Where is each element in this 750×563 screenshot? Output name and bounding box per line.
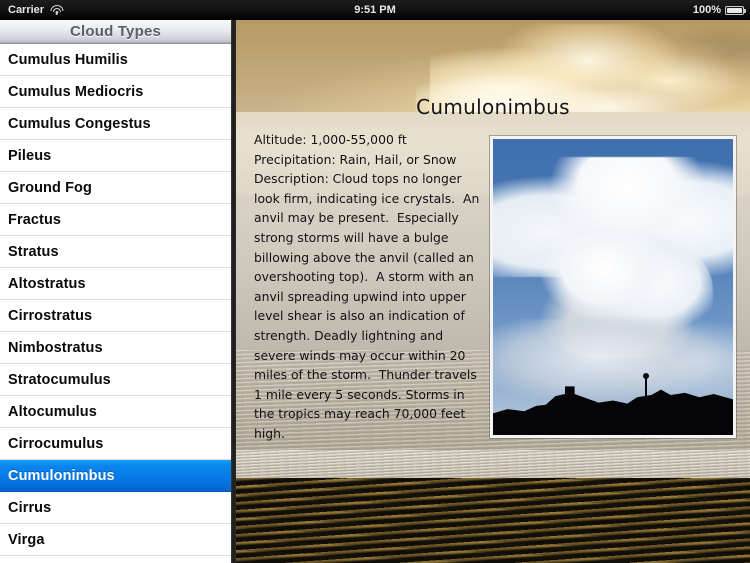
- list-item[interactable]: Altocumulus: [0, 396, 231, 428]
- detail-title: Cumulonimbus: [416, 95, 570, 119]
- list-item[interactable]: Cumulus Humilis: [0, 44, 231, 76]
- list-item-label: Pileus: [8, 147, 52, 164]
- list-item-label: Cirrostratus: [8, 307, 93, 324]
- detail-body-text: Altitude: 1,000-55,000 ft Precipitation:…: [254, 130, 486, 444]
- list-item-label: Ground Fog: [8, 179, 92, 196]
- list-item[interactable]: Ground Fog: [0, 172, 231, 204]
- list-item[interactable]: Altostratus: [0, 268, 231, 300]
- list-item[interactable]: Stratocumulus: [0, 364, 231, 396]
- battery-full-icon: [725, 5, 746, 15]
- list-item-label: Virga: [8, 531, 45, 548]
- carrier-label: Carrier: [8, 4, 45, 16]
- detail-pane: Cumulonimbus Altitude: 1,000-55,000 ft P…: [236, 20, 750, 563]
- background-water-highlight: [236, 450, 750, 478]
- altitude-line: Altitude: 1,000-55,000 ft: [254, 132, 407, 147]
- list-item-label: Fractus: [8, 211, 62, 228]
- list-item-label: Cirrus: [8, 499, 52, 516]
- list-item-label: Altostratus: [8, 275, 86, 292]
- list-item[interactable]: Cirrus: [0, 492, 231, 524]
- photo-lamp-post: [643, 373, 649, 405]
- list-item[interactable]: Fractus: [0, 204, 231, 236]
- description-line: Description: Cloud tops no longer look f…: [254, 171, 484, 441]
- list-item[interactable]: Pileus: [0, 140, 231, 172]
- wifi-icon: [50, 5, 64, 15]
- status-bar-left: Carrier: [0, 4, 300, 16]
- status-bar-center: 9:51 PM: [300, 4, 450, 16]
- list-item[interactable]: Cumulonimbus: [0, 460, 231, 492]
- status-bar: Carrier 9:51 PM 100%: [0, 0, 750, 20]
- status-bar-right: 100%: [450, 4, 750, 16]
- list-item-label: Cumulonimbus: [8, 467, 115, 484]
- background-dark-sea: [236, 478, 750, 563]
- list-item[interactable]: Stratus: [0, 236, 231, 268]
- list-item-label: Cirrocumulus: [8, 435, 104, 452]
- list-item-label: Cumulus Congestus: [8, 115, 151, 132]
- cumulonimbus-cloud-photo: [490, 136, 736, 438]
- precipitation-line: Precipitation: Rain, Hail, or Snow: [254, 151, 457, 167]
- list-item-label: Cumulus Mediocris: [8, 83, 144, 100]
- list-item-label: Stratocumulus: [8, 371, 111, 388]
- ipad-app-screen: Carrier 9:51 PM 100% Cloud Types Cumulus…: [0, 0, 750, 563]
- list-item[interactable]: Cirrostratus: [0, 300, 231, 332]
- page-title: Cloud Types: [69, 23, 162, 40]
- list-item-label: Nimbostratus: [8, 339, 103, 356]
- master-navigation-bar: Cloud Types: [0, 20, 231, 44]
- list-item[interactable]: Nimbostratus: [0, 332, 231, 364]
- list-item[interactable]: Cumulus Mediocris: [0, 76, 231, 108]
- list-item[interactable]: Cumulus Congestus: [0, 108, 231, 140]
- list-item-label: Altocumulus: [8, 403, 97, 420]
- list-item[interactable]: Cirrocumulus: [0, 428, 231, 460]
- list-item-label: Cumulus Humilis: [8, 51, 128, 68]
- clock-label: 9:51 PM: [354, 4, 396, 16]
- list-item[interactable]: Virga: [0, 524, 231, 556]
- cloud-type-list[interactable]: Cumulus Humilis Cumulus Mediocris Cumulus …: [0, 44, 231, 563]
- list-item-label: Stratus: [8, 243, 59, 260]
- battery-percent-label: 100%: [692, 4, 721, 16]
